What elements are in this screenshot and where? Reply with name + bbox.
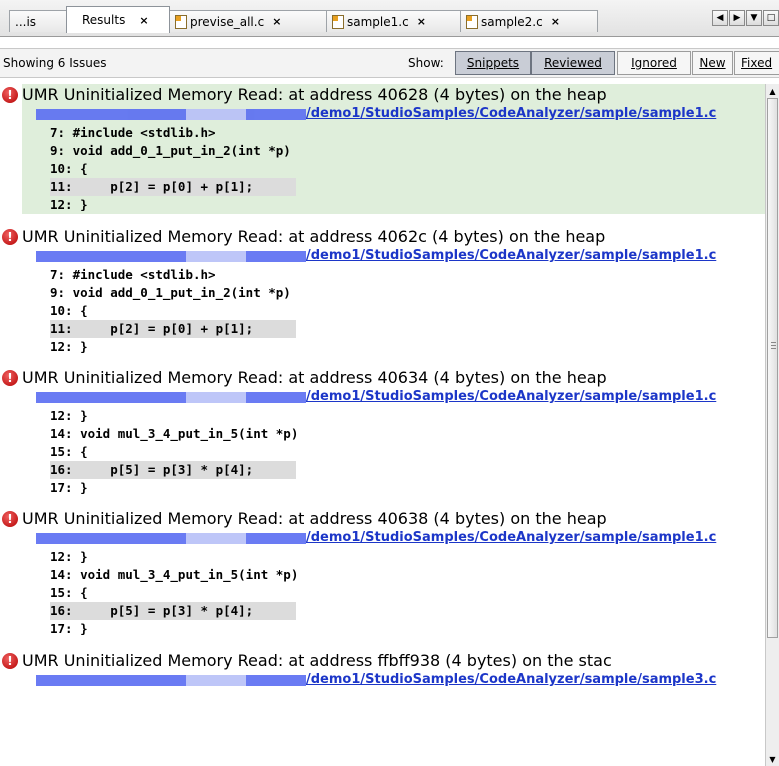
redacted-path xyxy=(36,392,306,403)
vertical-scrollbar[interactable]: ▲ ▼ xyxy=(765,84,779,766)
c-file-icon xyxy=(175,15,187,29)
code-line: 12: } xyxy=(50,339,88,354)
issue-item[interactable]: ! UMR Uninitialized Memory Read: at addre… xyxy=(2,367,765,497)
code-line: 7: #include <stdlib.h> xyxy=(50,267,216,282)
code-line: 16: p[5] = p[3] * p[4]; xyxy=(50,461,296,479)
code-snippet: 7: #include <stdlib.h> 9: void add_0_1_pu… xyxy=(22,124,765,214)
scroll-up-icon[interactable]: ▲ xyxy=(766,84,779,98)
error-icon: ! xyxy=(2,87,18,103)
show-label: Show: xyxy=(408,56,444,70)
scroll-down-icon[interactable]: ▼ xyxy=(766,752,779,766)
issue-location: /demo1/StudioSamples/CodeAnalyzer/sample… xyxy=(22,389,765,407)
redacted-path xyxy=(36,251,306,262)
close-icon[interactable]: × xyxy=(551,15,560,28)
editor-tab-bar: ...is Results × previse_all.c × sample1.… xyxy=(0,0,779,37)
issue-title: UMR Uninitialized Memory Read: at addres… xyxy=(22,368,607,387)
code-line: 12: } xyxy=(50,408,88,423)
issue-title: UMR Uninitialized Memory Read: at addres… xyxy=(22,651,612,670)
tab-label: previse_all.c xyxy=(190,14,265,29)
code-line: 10: { xyxy=(50,303,88,318)
tab-sample1[interactable]: sample1.c × xyxy=(326,10,461,32)
new-toggle[interactable]: New xyxy=(692,51,733,75)
tab-sample2[interactable]: sample2.c × xyxy=(460,10,598,32)
close-icon[interactable]: × xyxy=(139,14,148,27)
redacted-path xyxy=(36,109,306,120)
tab-label: Results xyxy=(82,13,126,27)
issue-header: ! UMR Uninitialized Memory Read: at addre… xyxy=(2,508,765,530)
code-line: 10: { xyxy=(50,161,88,176)
results-toolbar: Showing 6 Issues Show: Snippets Reviewed… xyxy=(0,48,779,78)
maximize-icon[interactable]: □ xyxy=(763,10,779,26)
source-file-link[interactable]: /demo1/StudioSamples/CodeAnalyzer/sample… xyxy=(306,248,716,263)
tab-label: sample1.c xyxy=(347,14,409,29)
code-snippet: 7: #include <stdlib.h> 9: void add_0_1_pu… xyxy=(22,266,765,356)
code-line: 14: void mul_3_4_put_in_5(int *p) xyxy=(50,426,299,441)
issue-title: UMR Uninitialized Memory Read: at addres… xyxy=(22,85,607,104)
issue-item[interactable]: ! UMR Uninitialized Memory Read: at addre… xyxy=(2,226,765,356)
code-line: 12: } xyxy=(50,197,88,212)
code-line: 12: } xyxy=(50,549,88,564)
tab-overflow[interactable]: ...is xyxy=(9,10,67,32)
scroll-tabs-left-icon[interactable]: ◀ xyxy=(712,10,728,26)
code-line: 17: } xyxy=(50,621,88,636)
scrollbar-thumb[interactable] xyxy=(767,98,778,638)
source-file-link[interactable]: /demo1/StudioSamples/CodeAnalyzer/sample… xyxy=(306,672,716,687)
redacted-path xyxy=(36,533,306,544)
issue-header: ! UMR Uninitialized Memory Read: at addre… xyxy=(2,650,765,672)
source-file-link[interactable]: /demo1/StudioSamples/CodeAnalyzer/sample… xyxy=(306,530,716,545)
source-file-link[interactable]: /demo1/StudioSamples/CodeAnalyzer/sample… xyxy=(306,106,716,121)
issue-location: /demo1/StudioSamples/CodeAnalyzer/sample… xyxy=(22,248,765,266)
tab-label: ...is xyxy=(15,14,37,29)
issue-header: ! UMR Uninitialized Memory Read: at addre… xyxy=(2,84,765,106)
issue-location: /demo1/StudioSamples/CodeAnalyzer/sample… xyxy=(22,672,765,690)
source-file-link[interactable]: /demo1/StudioSamples/CodeAnalyzer/sample… xyxy=(306,389,716,404)
tab-controls: ◀ ▶ ▼ □ xyxy=(711,10,779,26)
ignored-toggle[interactable]: Ignored xyxy=(617,51,691,75)
code-snippet: 12: } 14: void mul_3_4_put_in_5(int *p) 15… xyxy=(22,407,765,497)
code-line: 11: p[2] = p[0] + p[1]; xyxy=(50,178,296,196)
tab-label: sample2.c xyxy=(481,14,543,29)
issues-list: ! UMR Uninitialized Memory Read: at addre… xyxy=(0,84,765,766)
code-line: 9: void add_0_1_put_in_2(int *p) xyxy=(50,143,291,158)
tab-results[interactable]: Results × xyxy=(66,6,170,33)
issue-item[interactable]: ! UMR Uninitialized Memory Read: at addre… xyxy=(2,508,765,638)
close-icon[interactable]: × xyxy=(272,15,281,28)
issue-location: /demo1/StudioSamples/CodeAnalyzer/sample… xyxy=(22,106,765,124)
reviewed-toggle[interactable]: Reviewed xyxy=(531,51,615,75)
issue-item[interactable]: ! UMR Uninitialized Memory Read: at addre… xyxy=(2,84,765,214)
tab-list-dropdown-icon[interactable]: ▼ xyxy=(746,10,762,26)
issue-title: UMR Uninitialized Memory Read: at addres… xyxy=(22,227,606,246)
code-line: 14: void mul_3_4_put_in_5(int *p) xyxy=(50,567,299,582)
issue-count: Showing 6 Issues xyxy=(3,56,107,70)
c-file-icon xyxy=(332,15,344,29)
snippets-toggle[interactable]: Snippets xyxy=(455,51,531,75)
error-icon: ! xyxy=(2,653,18,669)
issue-title: UMR Uninitialized Memory Read: at addres… xyxy=(22,509,607,528)
code-line: 11: p[2] = p[0] + p[1]; xyxy=(50,320,296,338)
code-line: 16: p[5] = p[3] * p[4]; xyxy=(50,602,296,620)
code-line: 17: } xyxy=(50,480,88,495)
code-snippet: 12: } 14: void mul_3_4_put_in_5(int *p) 15… xyxy=(22,548,765,638)
redacted-path xyxy=(36,675,306,686)
fixed-toggle[interactable]: Fixed xyxy=(734,51,779,75)
code-line: 7: #include <stdlib.h> xyxy=(50,125,216,140)
scroll-tabs-right-icon[interactable]: ▶ xyxy=(729,10,745,26)
code-line: 15: { xyxy=(50,585,88,600)
error-icon: ! xyxy=(2,511,18,527)
error-icon: ! xyxy=(2,229,18,245)
code-line: 9: void add_0_1_put_in_2(int *p) xyxy=(50,285,291,300)
issue-header: ! UMR Uninitialized Memory Read: at addre… xyxy=(2,367,765,389)
close-icon[interactable]: × xyxy=(417,15,426,28)
error-icon: ! xyxy=(2,370,18,386)
issue-location: /demo1/StudioSamples/CodeAnalyzer/sample… xyxy=(22,530,765,548)
issue-header: ! UMR Uninitialized Memory Read: at addre… xyxy=(2,226,765,248)
tab-previse-all[interactable]: previse_all.c × xyxy=(169,10,327,32)
issue-item[interactable]: ! UMR Uninitialized Memory Read: at addre… xyxy=(2,650,765,690)
c-file-icon xyxy=(466,15,478,29)
code-line: 15: { xyxy=(50,444,88,459)
